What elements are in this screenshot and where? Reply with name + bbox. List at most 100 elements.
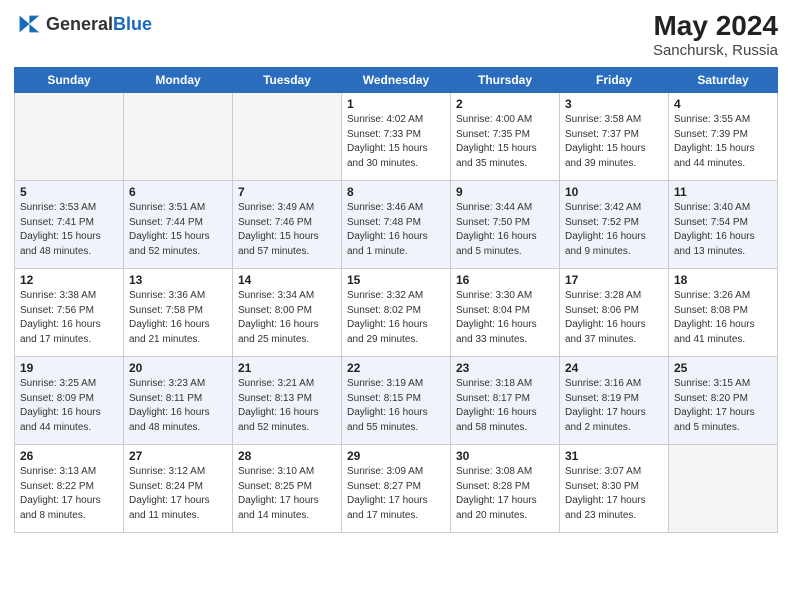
day-info: Sunrise: 3:13 AMSunset: 8:22 PMDaylight:…	[20, 465, 118, 523]
day-number: 23	[456, 361, 554, 375]
day-number: 3	[565, 97, 663, 111]
calendar-cell: 24 Sunrise: 3:16 AMSunset: 8:19 PMDayligh…	[560, 357, 669, 445]
day-number: 6	[129, 185, 227, 199]
title-block: May 2024 Sanchursk, Russia	[653, 10, 778, 59]
day-info: Sunrise: 4:02 AMSunset: 7:33 PMDaylight:…	[347, 113, 445, 171]
calendar-location: Sanchursk, Russia	[653, 42, 778, 59]
calendar-cell: 13Sunrise: 3:36 AMSunset: 7:58 PMDayligh…	[124, 269, 233, 357]
day-info: Sunrise: 3:42 AMSunset: 7:52 PMDaylight:…	[565, 201, 663, 259]
day-info: Sunrise: 3:38 AMSunset: 7:56 PMDaylight:…	[20, 289, 118, 347]
day-number: 11	[674, 185, 772, 199]
day-number: 17	[565, 273, 663, 287]
calendar-cell: 21Sunrise: 3:21 AMSunset: 8:13 PMDayligh…	[233, 357, 342, 445]
weekday-header-sunday: Sunday	[15, 68, 124, 93]
day-info: Sunrise: 3:26 AMSunset: 8:08 PMDaylight:…	[674, 289, 772, 347]
day-number: 29	[347, 449, 445, 463]
day-number: 26	[20, 449, 118, 463]
day-number: 5	[20, 185, 118, 199]
day-info: Sunrise: 3:53 AMSunset: 7:41 PMDaylight:…	[20, 201, 118, 259]
logo: GeneralBlue	[14, 10, 152, 38]
calendar-cell: 29 Sunrise: 3:09 AMSunset: 8:27 PMDayligh…	[342, 445, 451, 533]
calendar-cell	[669, 445, 778, 533]
day-number: 21	[238, 361, 336, 375]
day-info: Sunrise: 3:28 AMSunset: 8:06 PMDaylight:…	[565, 289, 663, 347]
logo-general: General	[46, 14, 113, 34]
calendar-cell: 19 Sunrise: 3:25 AMSunset: 8:09 PMDayligh…	[15, 357, 124, 445]
day-number: 9	[456, 185, 554, 199]
calendar-header-row: SundayMondayTuesdayWednesdayThursdayFrid…	[15, 68, 778, 93]
day-number: 20	[129, 361, 227, 375]
day-info: Sunrise: 3:12 AMSunset: 8:24 PMDaylight:…	[129, 465, 227, 523]
day-info: Sunrise: 3:44 AMSunset: 7:50 PMDaylight:…	[456, 201, 554, 259]
calendar-week-4: 19 Sunrise: 3:25 AMSunset: 8:09 PMDayligh…	[15, 357, 778, 445]
day-number: 15	[347, 273, 445, 287]
day-number: 1	[347, 97, 445, 111]
calendar-cell	[233, 93, 342, 181]
calendar-cell: 9 Sunrise: 3:44 AMSunset: 7:50 PMDaylight…	[451, 181, 560, 269]
calendar-cell: 14 Sunrise: 3:34 AMSunset: 8:00 PMDayligh…	[233, 269, 342, 357]
calendar-cell	[15, 93, 124, 181]
day-number: 14	[238, 273, 336, 287]
day-info: Sunrise: 3:23 AMSunset: 8:11 PMDaylight:…	[129, 377, 227, 435]
calendar-cell: 22Sunrise: 3:19 AMSunset: 8:15 PMDayligh…	[342, 357, 451, 445]
day-info: Sunrise: 3:51 AMSunset: 7:44 PMDaylight:…	[129, 201, 227, 259]
day-info: Sunrise: 3:09 AMSunset: 8:27 PMDaylight:…	[347, 465, 445, 523]
calendar-cell: 26 Sunrise: 3:13 AMSunset: 8:22 PMDayligh…	[15, 445, 124, 533]
day-number: 19	[20, 361, 118, 375]
page: GeneralBlue May 2024 Sanchursk, Russia S…	[0, 0, 792, 612]
calendar-cell: 18 Sunrise: 3:26 AMSunset: 8:08 PMDayligh…	[669, 269, 778, 357]
weekday-header-thursday: Thursday	[451, 68, 560, 93]
day-info: Sunrise: 3:40 AMSunset: 7:54 PMDaylight:…	[674, 201, 772, 259]
calendar-week-2: 5 Sunrise: 3:53 AMSunset: 7:41 PMDaylight…	[15, 181, 778, 269]
day-number: 30	[456, 449, 554, 463]
calendar-cell: 20 Sunrise: 3:23 AMSunset: 8:11 PMDayligh…	[124, 357, 233, 445]
day-number: 10	[565, 185, 663, 199]
calendar-cell: 6 Sunrise: 3:51 AMSunset: 7:44 PMDaylight…	[124, 181, 233, 269]
logo-blue: Blue	[113, 14, 152, 34]
calendar-cell: 7Sunrise: 3:49 AMSunset: 7:46 PMDaylight…	[233, 181, 342, 269]
day-number: 25	[674, 361, 772, 375]
calendar-cell: 27 Sunrise: 3:12 AMSunset: 8:24 PMDayligh…	[124, 445, 233, 533]
calendar-week-1: 1 Sunrise: 4:02 AMSunset: 7:33 PMDaylight…	[15, 93, 778, 181]
weekday-header-monday: Monday	[124, 68, 233, 93]
calendar-cell: 31 Sunrise: 3:07 AMSunset: 8:30 PMDayligh…	[560, 445, 669, 533]
calendar-cell: 15 Sunrise: 3:32 AMSunset: 8:02 PMDayligh…	[342, 269, 451, 357]
calendar-cell: 11 Sunrise: 3:40 AMSunset: 7:54 PMDayligh…	[669, 181, 778, 269]
day-number: 27	[129, 449, 227, 463]
day-info: Sunrise: 3:18 AMSunset: 8:17 PMDaylight:…	[456, 377, 554, 435]
calendar-week-5: 26 Sunrise: 3:13 AMSunset: 8:22 PMDayligh…	[15, 445, 778, 533]
calendar-table: SundayMondayTuesdayWednesdayThursdayFrid…	[14, 67, 778, 533]
day-info: Sunrise: 3:19 AMSunset: 8:15 PMDaylight:…	[347, 377, 445, 435]
calendar-cell: 2Sunrise: 4:00 AMSunset: 7:35 PMDaylight…	[451, 93, 560, 181]
calendar-cell: 16Sunrise: 3:30 AMSunset: 8:04 PMDayligh…	[451, 269, 560, 357]
calendar-cell: 4 Sunrise: 3:55 AMSunset: 7:39 PMDaylight…	[669, 93, 778, 181]
header: GeneralBlue May 2024 Sanchursk, Russia	[14, 10, 778, 59]
day-info: Sunrise: 3:08 AMSunset: 8:28 PMDaylight:…	[456, 465, 554, 523]
day-number: 4	[674, 97, 772, 111]
calendar-cell: 8 Sunrise: 3:46 AMSunset: 7:48 PMDaylight…	[342, 181, 451, 269]
generalblue-logo-icon	[14, 10, 42, 38]
weekday-header-wednesday: Wednesday	[342, 68, 451, 93]
day-info: Sunrise: 3:16 AMSunset: 8:19 PMDaylight:…	[565, 377, 663, 435]
calendar-cell: 12Sunrise: 3:38 AMSunset: 7:56 PMDayligh…	[15, 269, 124, 357]
day-info: Sunrise: 3:58 AMSunset: 7:37 PMDaylight:…	[565, 113, 663, 171]
calendar-cell: 3 Sunrise: 3:58 AMSunset: 7:37 PMDaylight…	[560, 93, 669, 181]
day-number: 7	[238, 185, 336, 199]
day-number: 18	[674, 273, 772, 287]
day-info: Sunrise: 3:10 AMSunset: 8:25 PMDaylight:…	[238, 465, 336, 523]
logo-text: GeneralBlue	[46, 14, 152, 35]
day-info: Sunrise: 3:34 AMSunset: 8:00 PMDaylight:…	[238, 289, 336, 347]
day-number: 8	[347, 185, 445, 199]
day-number: 31	[565, 449, 663, 463]
calendar-title: May 2024	[653, 10, 778, 42]
day-info: Sunrise: 3:07 AMSunset: 8:30 PMDaylight:…	[565, 465, 663, 523]
day-info: Sunrise: 3:32 AMSunset: 8:02 PMDaylight:…	[347, 289, 445, 347]
day-number: 24	[565, 361, 663, 375]
day-info: Sunrise: 3:55 AMSunset: 7:39 PMDaylight:…	[674, 113, 772, 171]
day-info: Sunrise: 3:46 AMSunset: 7:48 PMDaylight:…	[347, 201, 445, 259]
calendar-cell: 1 Sunrise: 4:02 AMSunset: 7:33 PMDaylight…	[342, 93, 451, 181]
calendar-cell: 23 Sunrise: 3:18 AMSunset: 8:17 PMDayligh…	[451, 357, 560, 445]
day-number: 2	[456, 97, 554, 111]
day-info: Sunrise: 3:25 AMSunset: 8:09 PMDaylight:…	[20, 377, 118, 435]
day-number: 13	[129, 273, 227, 287]
